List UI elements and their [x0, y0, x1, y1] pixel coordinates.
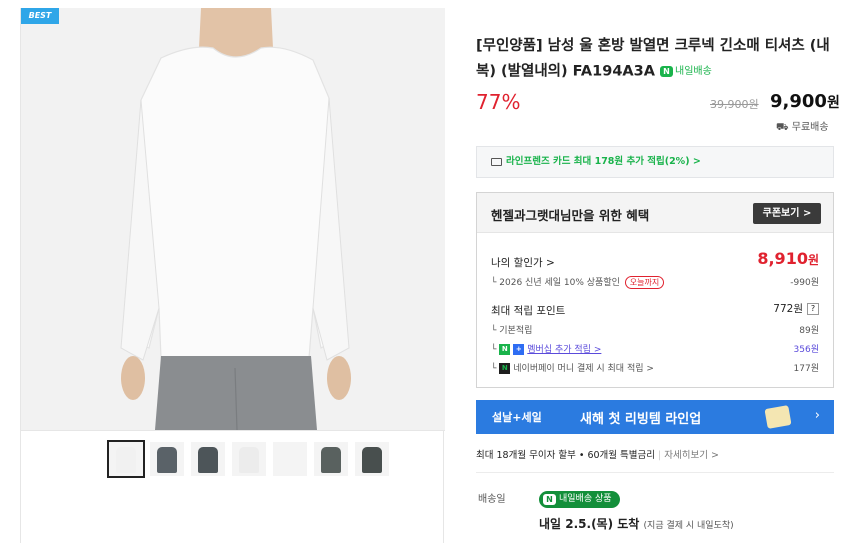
gift-icon	[764, 405, 792, 429]
thumbnail-3[interactable]	[191, 442, 225, 476]
banner-left-text: 설날+세일	[492, 411, 542, 424]
basic-points-line: └ 기본적립	[491, 326, 533, 336]
product-title-text: [무인양품] 남성 울 혼방 발열면 크루넥 긴소매 티셔츠 (내복) (발열내…	[476, 38, 830, 80]
installment-text: 최대 18개월 무이자 할부 • 60개월 특별금리	[476, 450, 655, 461]
gallery-divider	[21, 430, 445, 431]
thumbnail-2[interactable]	[150, 442, 184, 476]
tomorrow-delivery-label: 내일배송	[675, 66, 712, 77]
naverpay-label: 네이버페이 머니 결제 시 최대 적립 >	[513, 364, 654, 374]
my-price-unit: 원	[807, 253, 819, 267]
section-divider	[476, 472, 834, 473]
shipping-info: ⛟ 무료배송	[776, 118, 829, 135]
product-main-image[interactable]: BEST	[21, 8, 445, 430]
discount-rate: 77%	[476, 90, 521, 114]
delivery-badge-text: 내일배송 상품	[559, 494, 612, 504]
today-only-tag: 오늘까지	[624, 276, 665, 289]
tomorrow-delivery-badge: N 내일배송	[660, 59, 712, 84]
sale-line: └ 2026 신년 세일 10% 상품할인 오늘까지	[491, 275, 665, 289]
thumb-tee-3	[198, 447, 218, 473]
card-offer[interactable]: 라인프렌즈 카드 최대 178원 추가 적립(2%) >	[476, 146, 834, 178]
delivery-badge: N 내일배송 상품	[539, 491, 620, 508]
sale-label: 2026 신년 세일 10% 상품할인	[499, 278, 620, 288]
benefit-title: 헨젤과그랫대님만을 위한 혜택	[491, 208, 650, 223]
thumb-tee-1	[116, 447, 136, 473]
benefit-header: 헨젤과그랫대님만을 위한 혜택 쿠폰보기 >	[477, 193, 833, 233]
product-title: [무인양품] 남성 울 혼방 발열면 크루넥 긴소매 티셔츠 (내복) (발열내…	[476, 34, 836, 85]
naverpay-value: 177원	[793, 364, 819, 374]
my-price-label[interactable]: 나의 할인가 >	[491, 255, 555, 270]
shipping-text: 무료배송	[791, 122, 829, 133]
naver-n-icon: N	[660, 66, 674, 77]
points-total-value: 772원	[773, 303, 803, 315]
benefit-panel: 헨젤과그랫대님만을 위한 혜택 쿠폰보기 > 나의 할인가 > 8,910원 └…	[476, 192, 834, 388]
original-price: 39,900원	[710, 98, 759, 111]
promo-banner[interactable]: 설날+세일 새해 첫 리빙템 라인업 ›	[476, 400, 834, 434]
sale-price-unit: 원	[826, 95, 840, 111]
thumb-tee-6	[321, 447, 341, 473]
card-icon	[491, 157, 502, 166]
delivery-label: 배송일	[478, 494, 506, 505]
my-price-value: 8,910	[757, 249, 808, 268]
help-icon[interactable]: ?	[807, 303, 819, 315]
naver-n-icon: N	[543, 494, 556, 505]
installment-more-link[interactable]: 자세히보기 >	[664, 450, 719, 461]
membership-label: 멤버십 추가 적립 >	[527, 345, 602, 355]
banner-main-text: 새해 첫 리빙템 라인업	[580, 412, 702, 427]
best-badge: BEST	[21, 8, 59, 24]
card-offer-text: 라인프렌즈 카드 최대 178원 추가 적립(2%) >	[506, 156, 701, 167]
thumbnail-strip	[107, 440, 389, 478]
thumb-tee-7	[362, 447, 382, 473]
my-price: 8,910원	[757, 249, 819, 268]
arrival-note: (지금 결제 시 내일도착)	[643, 521, 734, 531]
membership-points-line[interactable]: └ N + 멤버십 추가 적립 >	[491, 342, 601, 355]
arrival-info: 내일 2.5.(목) 도착 (지금 결제 시 내일도착)	[539, 515, 734, 532]
arrival-date: 내일 2.5.(목) 도착	[539, 517, 640, 531]
thumb-tee-5	[280, 447, 300, 473]
coupon-button[interactable]: 쿠폰보기 >	[753, 203, 821, 224]
points-label: 최대 적립 포인트	[491, 305, 566, 317]
npay-icon: N	[499, 363, 511, 374]
thumbnail-5[interactable]	[273, 442, 307, 476]
thumb-tee-2	[157, 447, 177, 473]
plus-icon: +	[513, 344, 525, 355]
sale-amount: -990원	[790, 278, 819, 288]
thumbnail-6[interactable]	[314, 442, 348, 476]
basic-points-value: 89원	[799, 326, 819, 336]
thumbnail-1[interactable]	[107, 440, 145, 478]
thumbnail-4[interactable]	[232, 442, 266, 476]
sale-price-value: 9,900	[770, 91, 827, 112]
naverpay-points-line[interactable]: └ N 네이버페이 머니 결제 시 최대 적립 >	[491, 361, 654, 374]
basic-points-label: 기본적립	[499, 326, 533, 336]
chevron-right-icon: ›	[814, 408, 820, 423]
product-gallery: BEST	[20, 8, 445, 543]
tshirt-model-image	[21, 8, 445, 430]
sale-price: 9,900원	[770, 91, 840, 112]
installment-info: 최대 18개월 무이자 할부 • 60개월 특별금리 | 자세히보기 >	[476, 450, 719, 461]
thumb-tee-4	[239, 447, 259, 473]
thumbnail-7[interactable]	[355, 442, 389, 476]
naver-n-icon: N	[499, 344, 511, 355]
membership-value: 356원	[793, 345, 819, 355]
truck-icon: ⛟	[776, 122, 792, 133]
points-total: 772원?	[773, 301, 819, 316]
